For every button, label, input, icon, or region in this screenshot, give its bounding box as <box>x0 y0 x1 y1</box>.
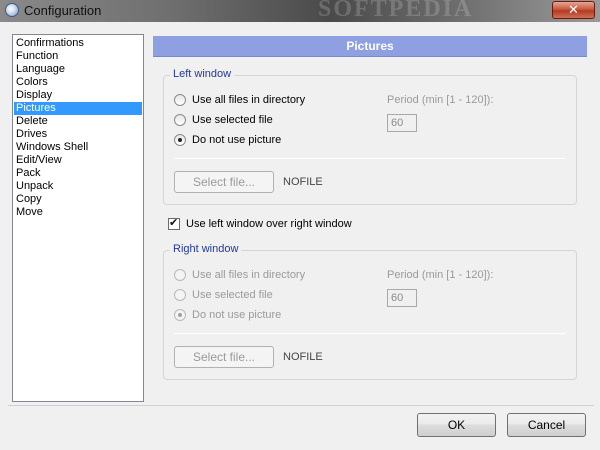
right-file-value: NOFILE <box>283 351 323 363</box>
left-label-no-picture[interactable]: Do not use picture <box>192 134 281 146</box>
category-item-function[interactable]: Function <box>14 50 142 63</box>
left-label-selected-file[interactable]: Use selected file <box>192 114 273 126</box>
category-item-delete[interactable]: Delete <box>14 115 142 128</box>
use-left-over-right-label[interactable]: Use left window over right window <box>186 218 352 230</box>
use-left-over-right-checkbox[interactable] <box>168 216 180 230</box>
window-title: Configuration <box>24 3 102 18</box>
panel-header: Pictures <box>153 36 587 57</box>
right-radio-no-picture[interactable] <box>174 309 186 321</box>
category-list[interactable]: Confirmations Function Language Colors D… <box>12 34 144 402</box>
close-button[interactable]: ✕ <box>552 1 595 19</box>
footer-divider <box>8 405 594 406</box>
right-radio-all-files[interactable] <box>174 269 186 281</box>
right-label-selected-file[interactable]: Use selected file <box>192 289 273 301</box>
left-period-input: 60 <box>387 114 417 132</box>
category-item-pictures[interactable]: Pictures <box>14 102 142 115</box>
left-select-file-button[interactable]: Select file... <box>174 171 274 193</box>
left-window-legend: Left window <box>170 68 235 80</box>
right-period-label: Period (min [1 - 120]): <box>387 269 494 281</box>
right-period-input: 60 <box>387 289 417 307</box>
category-item-copy[interactable]: Copy <box>14 193 142 206</box>
category-item-move[interactable]: Move <box>14 206 142 219</box>
left-radio-selected-file[interactable] <box>174 114 186 126</box>
left-radio-no-picture[interactable] <box>174 134 186 146</box>
category-item-windows-shell[interactable]: Windows Shell <box>14 141 142 154</box>
right-label-all-files[interactable]: Use all files in directory <box>192 269 305 281</box>
right-window-legend: Right window <box>170 243 242 255</box>
category-item-edit-view[interactable]: Edit/View <box>14 154 142 167</box>
category-item-colors[interactable]: Colors <box>14 76 142 89</box>
cancel-button[interactable]: Cancel <box>507 413 586 437</box>
right-radio-selected-file[interactable] <box>174 289 186 301</box>
right-window-group: Right window Use all files in directory … <box>163 243 577 380</box>
watermark: SOFTPEDIA <box>318 0 474 22</box>
left-file-value: NOFILE <box>283 176 323 188</box>
category-item-pack[interactable]: Pack <box>14 167 142 180</box>
category-item-confirmations[interactable]: Confirmations <box>14 37 142 50</box>
right-select-file-button[interactable]: Select file... <box>174 346 274 368</box>
title-bar: Configuration SOFTPEDIA ✕ <box>0 0 600 22</box>
left-divider <box>174 158 566 159</box>
left-period-label: Period (min [1 - 120]): <box>387 94 494 106</box>
right-divider <box>174 333 566 334</box>
app-icon <box>5 3 19 17</box>
close-icon: ✕ <box>568 2 579 17</box>
category-item-unpack[interactable]: Unpack <box>14 180 142 193</box>
right-label-no-picture[interactable]: Do not use picture <box>192 309 281 321</box>
category-item-language[interactable]: Language <box>14 63 142 76</box>
left-radio-all-files[interactable] <box>174 94 186 106</box>
category-item-display[interactable]: Display <box>14 89 142 102</box>
left-label-all-files[interactable]: Use all files in directory <box>192 94 305 106</box>
category-item-drives[interactable]: Drives <box>14 128 142 141</box>
ok-button[interactable]: OK <box>417 413 496 437</box>
left-window-group: Left window Use all files in directory U… <box>163 68 577 205</box>
